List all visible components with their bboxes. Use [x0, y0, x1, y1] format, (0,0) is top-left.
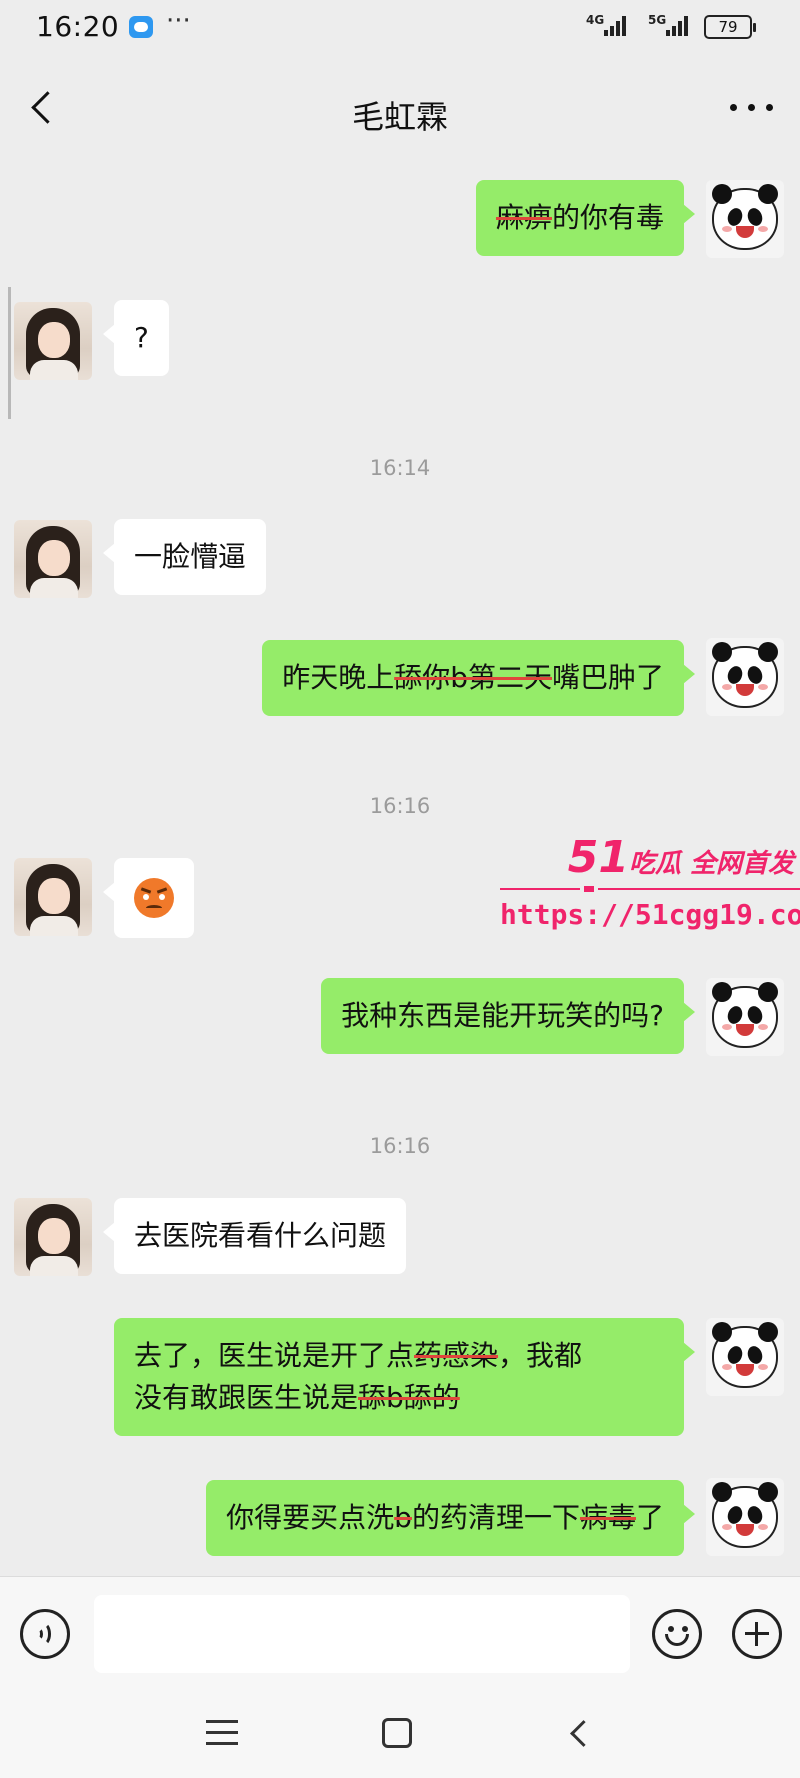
network-5g-label: 5G	[648, 13, 667, 27]
site-watermark: 51吃瓜 全网首发 https://51cgg19.com	[500, 832, 800, 992]
my-avatar-panda[interactable]	[706, 1478, 784, 1556]
sent-message-bubble[interactable]: 昨天晚上舔你b第二天嘴巴肿了	[262, 640, 695, 716]
home-icon[interactable]	[382, 1718, 412, 1748]
system-navigation-bar	[0, 1686, 800, 1778]
my-avatar-panda[interactable]	[706, 638, 784, 716]
sent-message-bubble[interactable]: 我种东西是能开玩笑的吗?	[321, 978, 695, 1054]
more-options-icon[interactable]	[728, 92, 776, 122]
contact-avatar[interactable]	[14, 520, 92, 598]
my-avatar-panda[interactable]	[706, 180, 784, 258]
sent-message-bubble[interactable]: 去了，医生说是开了点药感染，我都 没有敢跟医生说是舔b舔的	[114, 1318, 695, 1436]
message-timestamp: 16:16	[369, 794, 431, 818]
received-message-bubble[interactable]: 一脸懵逼	[102, 519, 267, 595]
status-bar: 16:20 ··· 4G 5G 79	[0, 0, 800, 52]
watermark-decoration	[500, 886, 800, 892]
sent-message-bubble[interactable]: 你得要买点洗b的药清理一下病毒了	[206, 1480, 695, 1556]
my-avatar-panda[interactable]	[706, 978, 784, 1056]
chat-message-list[interactable]: 麻痹的你有毒 ? 16:14 一脸懵逼 昨天晚上舔你b第二天嘴巴肿了 16:16	[0, 162, 800, 1576]
message-input[interactable]	[94, 1595, 630, 1673]
menu-icon[interactable]	[206, 1720, 238, 1746]
contact-avatar[interactable]	[14, 858, 92, 936]
received-message-bubble[interactable]: 去医院看看什么问题	[102, 1198, 407, 1274]
notification-more-icon: ···	[166, 6, 191, 36]
voice-icon[interactable]	[20, 1609, 70, 1659]
contact-avatar[interactable]	[14, 302, 92, 380]
signal-bars-icon	[666, 14, 692, 36]
my-avatar-panda[interactable]	[706, 1318, 784, 1396]
sent-message-bubble[interactable]: 麻痹的你有毒	[475, 180, 696, 256]
chat-title: 毛虹霖	[351, 98, 448, 136]
network-4g-label: 4G	[586, 13, 605, 27]
back-icon[interactable]	[566, 1716, 594, 1750]
plus-icon[interactable]	[732, 1609, 782, 1659]
received-message-bubble[interactable]: ?	[103, 300, 169, 376]
smiley-icon[interactable]	[652, 1609, 702, 1659]
chat-header: 毛虹霖	[0, 52, 800, 162]
contact-avatar[interactable]	[14, 1198, 92, 1276]
scroll-indicator	[8, 287, 11, 419]
message-app-icon	[129, 16, 153, 38]
watermark-url: https://51cgg19.com	[500, 898, 800, 931]
angry-face-emoji-icon	[134, 878, 174, 918]
watermark-title: 51吃瓜 全网首发	[567, 832, 794, 883]
signal-bars-icon	[604, 14, 630, 36]
message-timestamp: 16:14	[369, 456, 431, 480]
battery-icon: 79	[704, 15, 756, 39]
status-time: 16:20	[36, 10, 120, 43]
message-timestamp: 16:16	[369, 1134, 431, 1158]
chat-input-bar	[0, 1576, 800, 1686]
